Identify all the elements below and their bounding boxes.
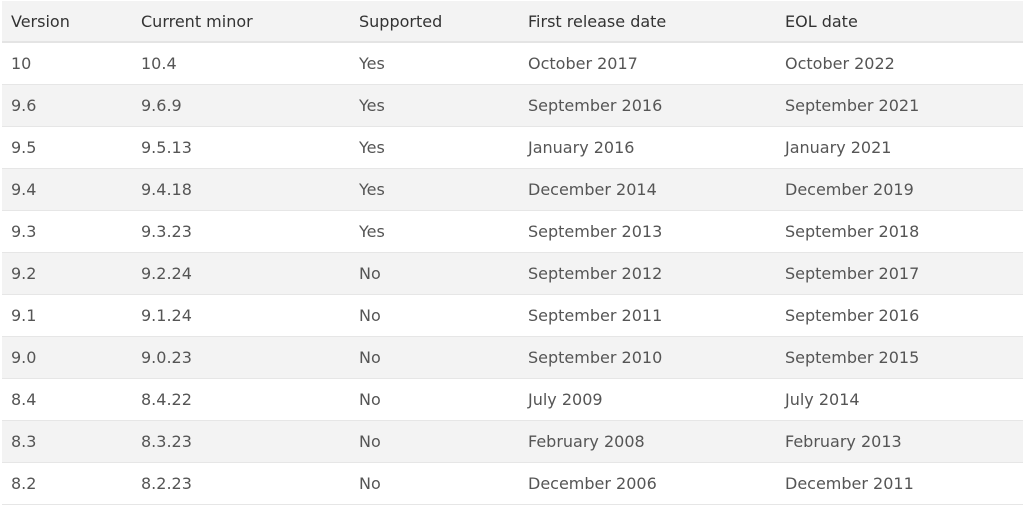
header-supported: Supported [350,1,519,43]
header-current-minor: Current minor [132,1,350,43]
cell-current-minor: 8.3.23 [141,431,192,451]
table-row: 9.1 9.1.24 No September 2011 September 2… [2,294,1023,336]
cell-current-minor: 9.3.23 [141,221,192,241]
cell-supported: No [359,431,381,451]
cell-first-release-date: December 2014 [528,179,657,199]
cell-current-minor: 9.1.24 [141,305,192,325]
cell-first-release-date: September 2011 [528,305,663,325]
cell-eol-date: September 2015 [785,347,920,367]
table-row: 9.6 9.6.9 Yes September 2016 September 2… [2,84,1023,126]
cell-eol-date: February 2013 [785,431,902,451]
cell-supported: No [359,389,381,409]
cell-eol-date: October 2022 [785,53,895,73]
cell-version: 10 [11,53,32,73]
cell-supported: Yes [359,95,385,115]
cell-supported: No [359,305,381,325]
cell-eol-date: January 2021 [785,137,892,157]
table-row: 9.0 9.0.23 No September 2010 September 2… [2,336,1023,378]
cell-first-release-date: September 2010 [528,347,663,367]
cell-version: 9.3 [11,221,37,241]
header-row: Version Current minor Supported First re… [2,1,1023,43]
table-row: 8.3 8.3.23 No February 2008 February 201… [2,420,1023,462]
table-row: 9.5 9.5.13 Yes January 2016 January 2021 [2,126,1023,168]
table-row: 9.3 9.3.23 Yes September 2013 September … [2,210,1023,252]
cell-eol-date: September 2016 [785,305,920,325]
table-row: 9.2 9.2.24 No September 2012 September 2… [2,252,1023,294]
cell-eol-date: July 2014 [785,389,860,409]
cell-version: 8.4 [11,389,37,409]
cell-version: 8.3 [11,431,37,451]
cell-version: 9.0 [11,347,37,367]
cell-first-release-date: October 2017 [528,53,638,73]
header-first-release-date: First release date [519,1,776,43]
cell-current-minor: 9.4.18 [141,179,192,199]
cell-version: 9.5 [11,137,37,157]
cell-eol-date: September 2021 [785,95,920,115]
cell-supported: Yes [359,179,385,199]
cell-supported: Yes [359,53,385,73]
table-row: 8.4 8.4.22 No July 2009 July 2014 [2,378,1023,420]
cell-current-minor: 9.2.24 [141,263,192,283]
cell-first-release-date: July 2009 [528,389,603,409]
cell-first-release-date: September 2016 [528,95,663,115]
cell-first-release-date: September 2012 [528,263,663,283]
table-row: 9.4 9.4.18 Yes December 2014 December 20… [2,168,1023,210]
cell-supported: Yes [359,137,385,157]
cell-version: 9.4 [11,179,37,199]
table-row: 10 10.4 Yes October 2017 October 2022 [2,42,1023,84]
cell-current-minor: 9.0.23 [141,347,192,367]
cell-eol-date: September 2017 [785,263,920,283]
header-version: Version [2,1,132,43]
cell-eol-date: September 2018 [785,221,920,241]
cell-version: 9.2 [11,263,37,283]
cell-current-minor: 9.5.13 [141,137,192,157]
cell-first-release-date: September 2013 [528,221,663,241]
header-eol-date: EOL date [776,1,1023,43]
cell-first-release-date: February 2008 [528,431,645,451]
cell-supported: No [359,263,381,283]
cell-first-release-date: January 2016 [528,137,635,157]
versions-table-container: Version Current minor Supported First re… [2,1,1023,505]
cell-eol-date: December 2019 [785,179,914,199]
cell-supported: Yes [359,221,385,241]
cell-version: 9.1 [11,305,37,325]
cell-current-minor: 8.4.22 [141,389,192,409]
versions-table: Version Current minor Supported First re… [2,1,1023,505]
cell-version: 9.6 [11,95,37,115]
cell-supported: No [359,347,381,367]
cell-current-minor: 10.4 [141,53,177,73]
table-header: Version Current minor Supported First re… [2,1,1023,43]
cell-current-minor: 9.6.9 [141,95,182,115]
table-body: 10 10.4 Yes October 2017 October 2022 9.… [2,42,1023,504]
